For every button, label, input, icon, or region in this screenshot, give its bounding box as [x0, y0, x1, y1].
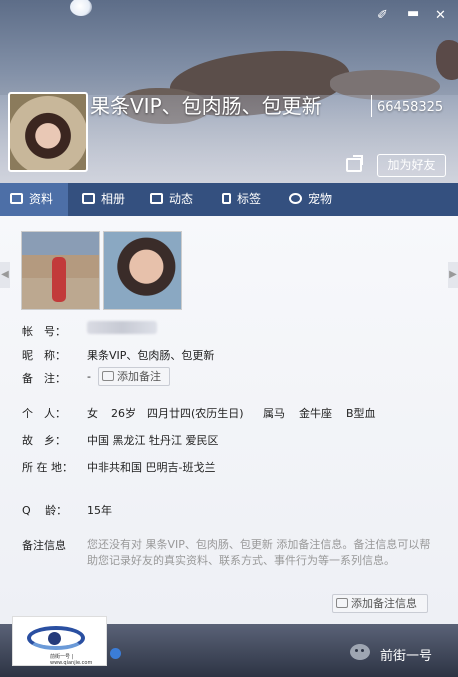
share-icon[interactable] — [346, 158, 362, 172]
album-photo[interactable] — [21, 231, 100, 310]
eye-logo-icon — [27, 626, 85, 650]
remark-value: - — [87, 370, 91, 383]
brush-icon[interactable]: ✐ — [377, 8, 388, 24]
wechat-icon — [350, 644, 370, 660]
age-value: 26岁 — [111, 407, 136, 420]
add-remark-button[interactable]: 添加备注 — [98, 367, 170, 386]
bookmark-icon — [222, 193, 231, 204]
tab-label: 动态 — [169, 192, 194, 206]
edit-note-icon — [336, 598, 348, 608]
add-remark-info-button[interactable]: 添加备注信息 — [332, 594, 428, 613]
profile-card-icon — [10, 193, 23, 204]
remark-label: 备 注： — [22, 372, 66, 385]
minimize-icon[interactable]: ▬ — [407, 6, 419, 22]
logo-caption: 前街一号 | www.qianjie.com — [50, 654, 93, 666]
location-label: 所 在 地： — [22, 461, 73, 474]
q-age-label: Q 龄： — [22, 504, 68, 517]
add-friend-button[interactable]: 加为好友 — [377, 154, 446, 177]
hometown-value: 中国 黑龙江 牡丹江 爱民区 — [87, 434, 219, 447]
profile-header-banner: ✐ ▬ ✕ 果条VIP、包肉肠、包更新 66458325 加为好友 — [0, 0, 458, 183]
profile-nickname: 果条VIP、包肉肠、包更新 — [90, 94, 322, 118]
photo-album-icon — [82, 193, 95, 204]
rock-decoration — [436, 40, 458, 80]
account-label: 帐 号： — [22, 325, 66, 338]
moon-decoration — [70, 0, 92, 16]
qq-number: 66458325 — [377, 100, 444, 115]
remark-info-text: 您还没有对 果条VIP、包肉肠、包更新 添加备注信息。备注信息可以帮助您记录好友… — [87, 538, 431, 567]
close-icon[interactable]: ✕ — [435, 8, 446, 24]
gender-value: 女 — [87, 407, 98, 420]
avatar[interactable] — [8, 92, 88, 172]
personal-label: 个 人： — [22, 407, 66, 420]
zodiac-animal-value: 属马 — [263, 407, 285, 420]
status-icon[interactable] — [110, 648, 121, 659]
left-arrow-icon[interactable]: ◀ — [0, 262, 10, 288]
nickname-label: 昵 称： — [22, 349, 66, 362]
location-value: 中非共和国 巴明吉-班戈兰 — [87, 461, 216, 474]
tab-pet[interactable]: 宠物 — [285, 183, 351, 216]
right-arrow-icon[interactable]: ▶ — [448, 262, 458, 288]
album-photo[interactable] — [103, 231, 182, 310]
remark-info-label: 备注信息 — [22, 539, 66, 552]
account-value-blurred — [87, 321, 157, 334]
watermark-logo: 前街一号 | www.qianjie.com — [12, 616, 107, 666]
tab-label: 宠物 — [308, 192, 333, 206]
tab-label: 相册 — [101, 192, 126, 206]
edit-note-icon — [102, 371, 114, 381]
profile-tabs: 资料 相册 动态 标签 宠物 — [0, 183, 458, 216]
birthday-value: 四月廿四(农历生日) — [147, 407, 244, 420]
tab-tags[interactable]: 标签 — [218, 183, 278, 216]
tab-feed[interactable]: 动态 — [146, 183, 206, 216]
star-sign-value: 金牛座 — [299, 407, 332, 420]
tab-album[interactable]: 相册 — [78, 183, 138, 216]
nickname-value: 果条VIP、包肉肠、包更新 — [87, 349, 215, 362]
tab-label: 标签 — [237, 192, 262, 206]
button-label: 添加备注信息 — [351, 597, 417, 610]
qq-profile-window: ✐ ▬ ✕ 果条VIP、包肉肠、包更新 66458325 加为好友 资料 相册 … — [0, 0, 458, 677]
feed-list-icon — [150, 193, 163, 204]
text-caret — [371, 95, 372, 117]
person-figure — [52, 257, 66, 302]
pet-paw-icon — [289, 193, 302, 204]
q-age-value: 15年 — [87, 504, 112, 517]
tab-profile[interactable]: 资料 — [0, 183, 68, 216]
hometown-label: 故 乡： — [22, 434, 66, 447]
button-label: 添加备注 — [117, 370, 161, 383]
watermark-text: 前街一号 — [380, 649, 433, 664]
tab-label: 资料 — [29, 192, 54, 206]
blood-type-value: B型血 — [346, 407, 376, 420]
